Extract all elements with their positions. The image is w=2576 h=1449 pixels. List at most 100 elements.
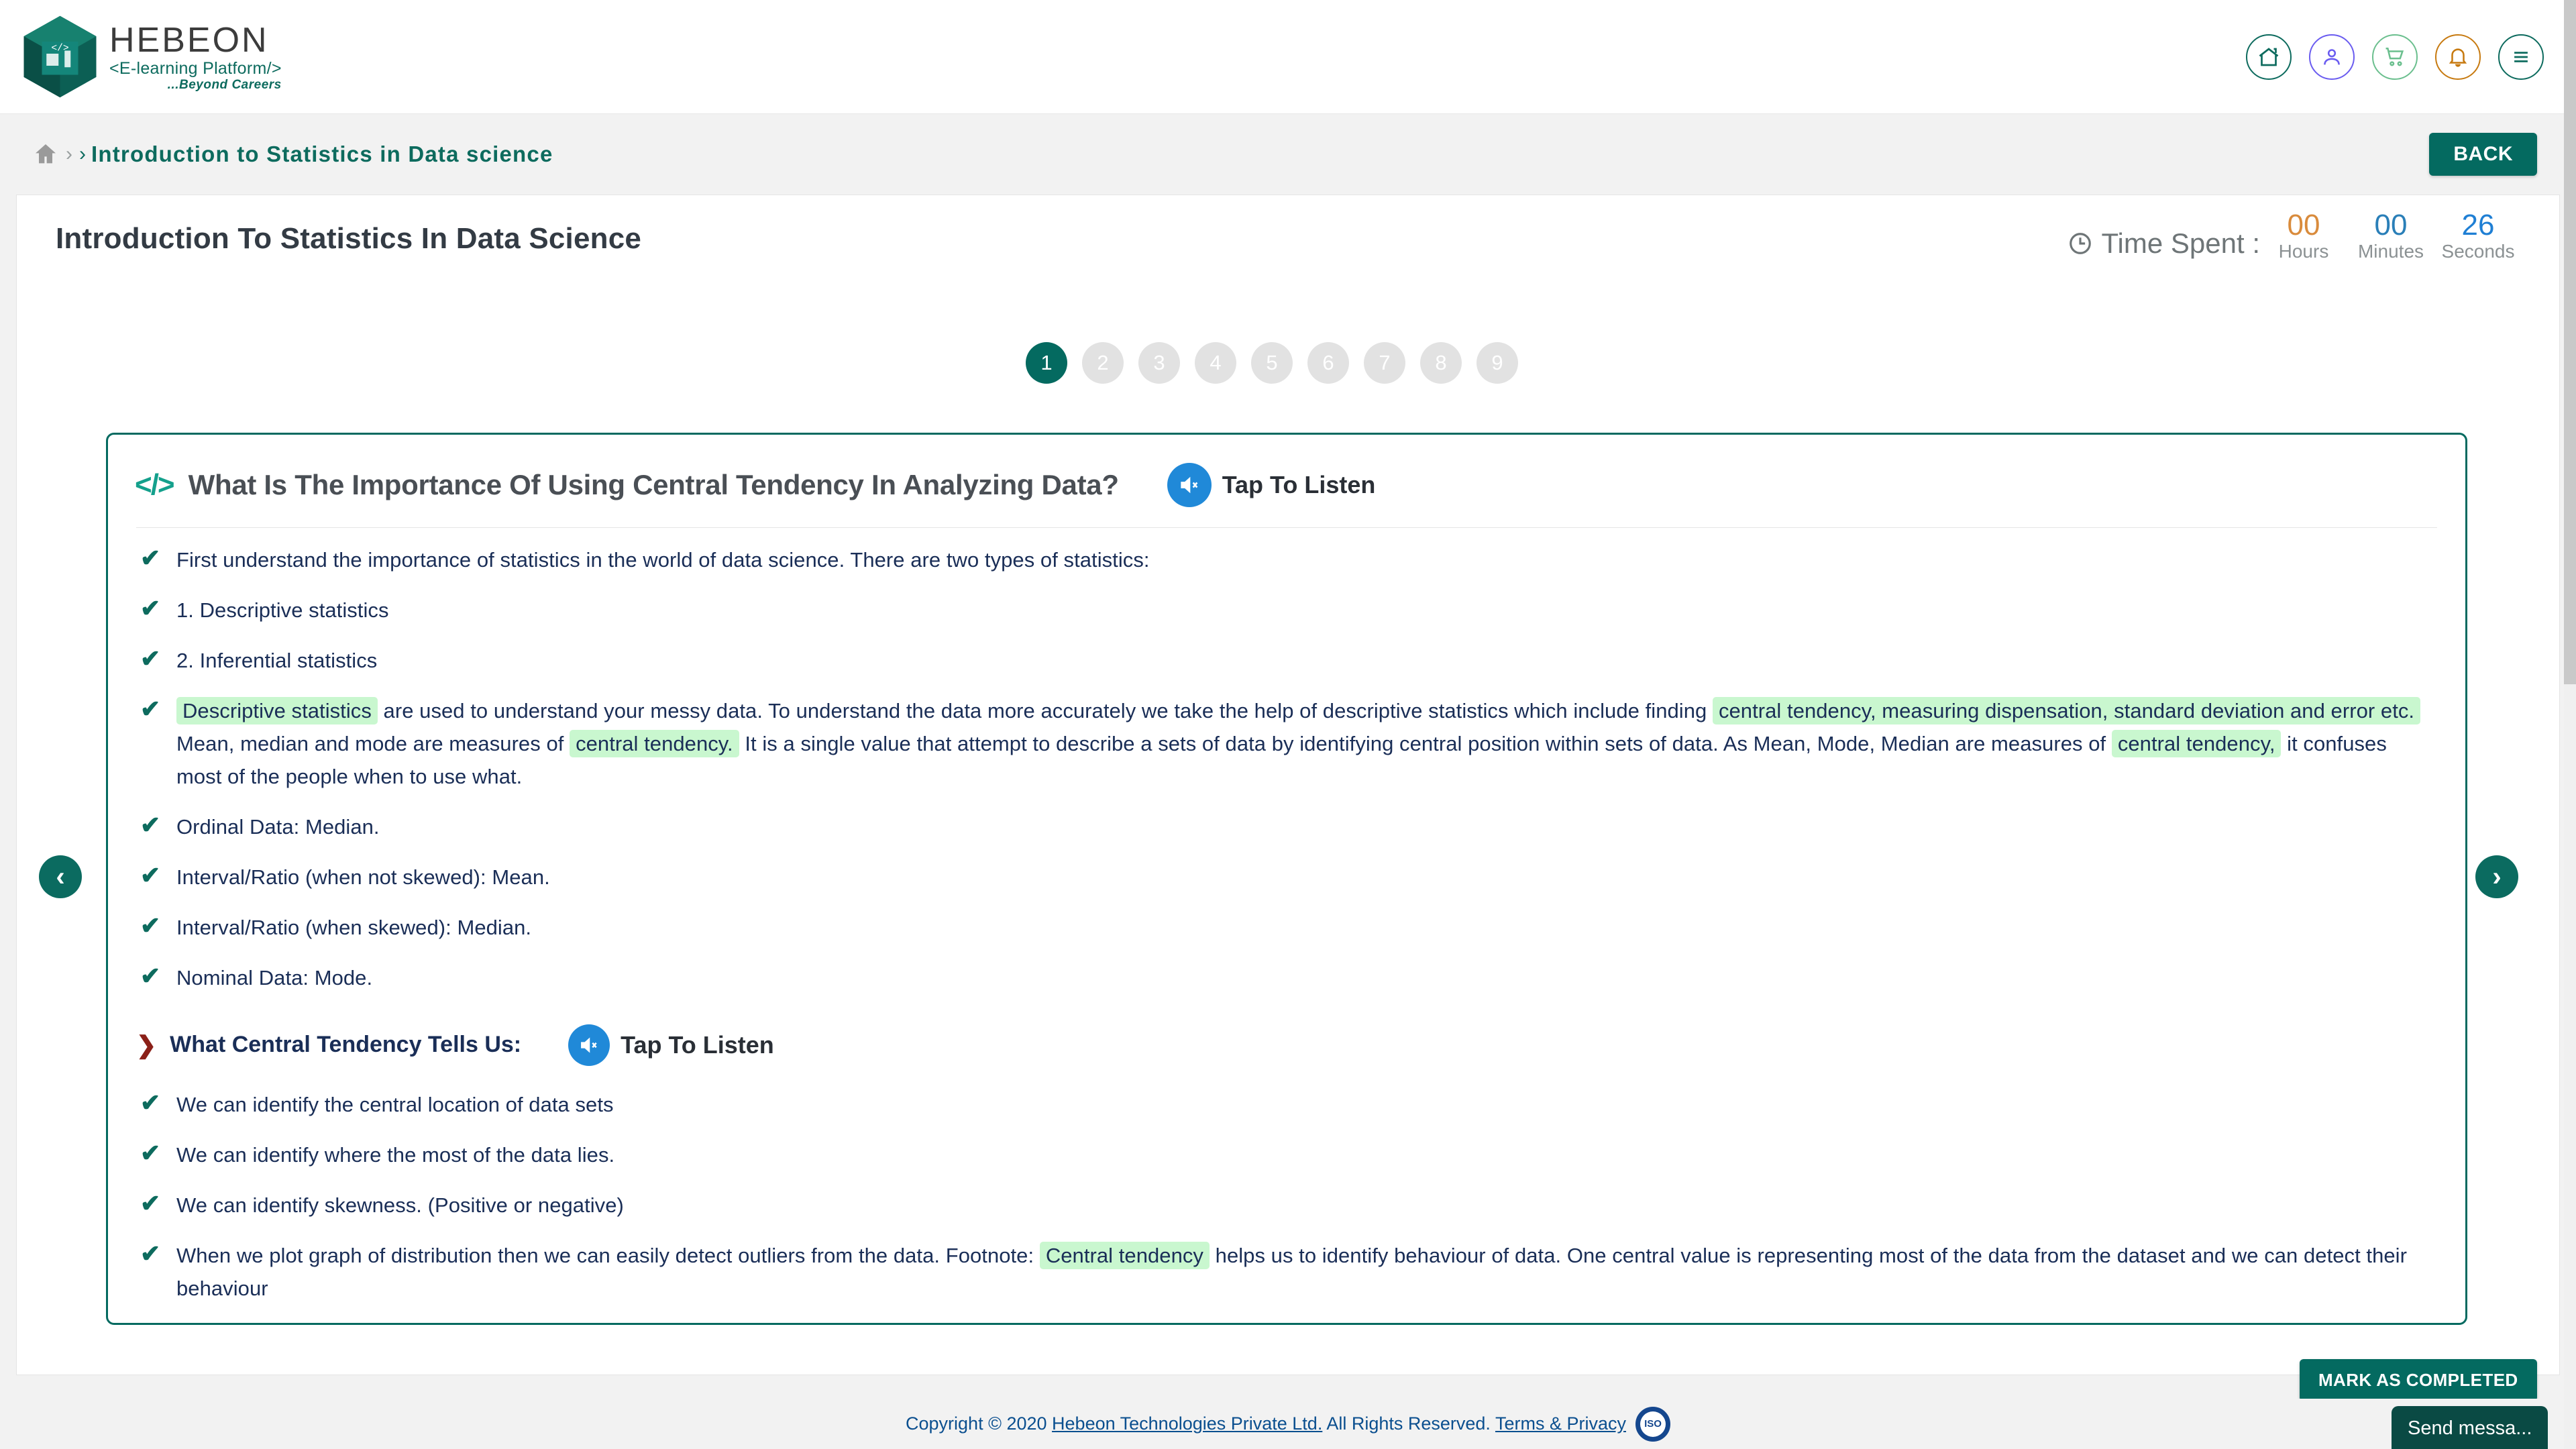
- menu-icon: [2514, 51, 2528, 62]
- lesson-pagination: 123456789: [0, 342, 2544, 384]
- highlighted-term: central tendency, measuring dispensation…: [1712, 696, 2421, 724]
- tap-to-listen-subsection[interactable]: Tap To Listen: [568, 1024, 774, 1066]
- hebeon-hex-logo-icon: </>: [23, 15, 97, 98]
- plain-text: are used to understand your messy data. …: [377, 698, 1713, 722]
- top-nav-icons: [2246, 34, 2544, 80]
- footer-company-link[interactable]: Hebeon Technologies Private Ltd.: [1052, 1413, 1322, 1434]
- bullet-text: 1. Descriptive statistics: [176, 598, 389, 622]
- pagination-page-1[interactable]: 1: [1026, 342, 1067, 384]
- chevron-right-icon: ❯: [136, 1030, 157, 1059]
- bullet-text: Nominal Data: Mode.: [176, 965, 373, 989]
- page-scrollbar[interactable]: [2564, 0, 2576, 1449]
- speaker-mute-icon: [568, 1024, 610, 1066]
- minutes-value: 00: [2374, 209, 2408, 241]
- seconds-label: Seconds: [2441, 241, 2515, 262]
- bullet-item: ✔ First understand the importance of stat…: [140, 544, 2437, 577]
- check-icon: ✔: [140, 810, 161, 839]
- plain-text: Mean, median and mode are measures of: [176, 731, 570, 755]
- time-spent-widget: Time Spent : 00 Hours 00 Minutes 26 Seco…: [2068, 209, 2522, 272]
- code-icon: </>: [135, 468, 175, 501]
- highlighted-term: Central tendency: [1039, 1241, 1210, 1269]
- time-seconds: 26 Seconds: [2434, 209, 2522, 272]
- highlighted-term: Descriptive statistics: [176, 696, 378, 724]
- bullet-item: ✔ 1. Descriptive statistics: [140, 594, 2437, 627]
- highlighted-term: central tendency,: [2111, 729, 2282, 757]
- pagination-page-7[interactable]: 7: [1364, 342, 1405, 384]
- home-icon: [2259, 47, 2279, 66]
- time-hours: 00 Hours: [2260, 209, 2347, 272]
- tap-to-listen-label: Tap To Listen: [1222, 471, 1376, 498]
- footer-copyright-prefix: Copyright © 2020: [906, 1413, 1053, 1434]
- hours-value: 00: [2287, 209, 2320, 241]
- time-minutes: 00 Minutes: [2347, 209, 2434, 272]
- check-icon: ✔: [140, 911, 161, 939]
- iso-badge-icon: ISO: [1635, 1406, 1670, 1442]
- speaker-mute-icon: [1167, 463, 1212, 507]
- pagination-page-3[interactable]: 3: [1138, 342, 1180, 384]
- bullet-item: ✔ When we plot graph of distribution then…: [140, 1240, 2437, 1305]
- user-icon: [2324, 48, 2340, 64]
- check-icon: ✔: [140, 961, 161, 989]
- bullet-text: Interval/Ratio (when not skewed): Mean.: [176, 865, 550, 889]
- panel-header: Introduction To Statistics In Data Scien…: [17, 195, 2559, 276]
- previous-slide-button[interactable]: ‹: [39, 855, 82, 898]
- check-icon: ✔: [140, 1138, 161, 1167]
- nav-profile-button[interactable]: [2309, 34, 2355, 80]
- bell-icon: [2449, 48, 2467, 67]
- pagination-page-5[interactable]: 5: [1251, 342, 1293, 384]
- page-root: </> HEBEON <E-learning Platform/> ...Bey…: [0, 0, 2576, 1449]
- lesson-content-card: </> What Is The Importance Of Using Cent…: [106, 433, 2467, 1325]
- brand-logo[interactable]: </> HEBEON <E-learning Platform/> ...Bey…: [15, 11, 282, 102]
- next-slide-button[interactable]: ›: [2475, 855, 2518, 898]
- bullet-item: ✔ Interval/Ratio (when not skewed): Mean.: [140, 861, 2437, 894]
- clock-icon: [2070, 233, 2092, 255]
- nav-notifications-button[interactable]: [2435, 34, 2481, 80]
- pagination-page-6[interactable]: 6: [1307, 342, 1349, 384]
- iso-badge-label: ISO: [1640, 1411, 1666, 1437]
- highlighted-term: central tendency.: [570, 729, 739, 757]
- tap-to-listen-label: Tap To Listen: [621, 1030, 774, 1059]
- page-title: Introduction To Statistics In Data Scien…: [56, 222, 642, 255]
- check-icon: ✔: [140, 1189, 161, 1217]
- mark-as-completed-button[interactable]: MARK AS COMPLETED: [2300, 1359, 2537, 1401]
- scrollbar-thumb[interactable]: [2564, 0, 2576, 684]
- seconds-value: 26: [2461, 209, 2495, 241]
- bullet-item: ✔ Interval/Ratio (when skewed): Median.: [140, 912, 2437, 945]
- tap-to-listen-main[interactable]: Tap To Listen: [1167, 463, 1376, 507]
- bullet-text: We can identify where the most of the da…: [176, 1142, 615, 1167]
- breadcrumb-separator-1: ›: [66, 143, 72, 165]
- bullet-item: ✔ We can identify the central location of…: [140, 1089, 2437, 1122]
- bullet-item: ✔ Ordinal Data: Median.: [140, 811, 2437, 844]
- pagination-page-2[interactable]: 2: [1082, 342, 1124, 384]
- main-bullet-list: ✔ First understand the importance of stat…: [108, 528, 2465, 995]
- brand-subtitle: <E-learning Platform/>: [109, 58, 282, 78]
- nav-cart-button[interactable]: [2372, 34, 2418, 80]
- plain-text: When we plot graph of distribution then …: [176, 1243, 1040, 1267]
- check-icon: ✔: [140, 1088, 161, 1116]
- bullet-item: ✔ 2. Inferential statistics: [140, 645, 2437, 678]
- bullet-item: ✔ We can identify where the most of the d…: [140, 1139, 2437, 1172]
- breadcrumb-current[interactable]: Introduction to Statistics in Data scien…: [91, 142, 553, 167]
- footer-terms-link[interactable]: Terms & Privacy: [1495, 1413, 1626, 1434]
- back-button[interactable]: BACK: [2429, 133, 2537, 176]
- chat-widget-button[interactable]: Send messa...: [2392, 1406, 2548, 1449]
- nav-menu-button[interactable]: [2498, 34, 2544, 80]
- pagination-page-8[interactable]: 8: [1420, 342, 1462, 384]
- breadcrumb-home-icon[interactable]: [32, 141, 59, 168]
- bullet-text: Ordinal Data: Median.: [176, 814, 380, 839]
- check-icon: ✔: [140, 861, 161, 889]
- pagination-page-4[interactable]: 4: [1195, 342, 1236, 384]
- subsection-bullet-list: ✔ We can identify the central location of…: [108, 1073, 2465, 1305]
- pagination-page-9[interactable]: 9: [1477, 342, 1518, 384]
- bullet-text: Interval/Ratio (when skewed): Median.: [176, 915, 532, 939]
- cart-icon: [2385, 47, 2404, 66]
- card-header: </> What Is The Importance Of Using Cent…: [108, 435, 2465, 507]
- time-spent-label: Time Spent :: [2068, 227, 2260, 272]
- minutes-label: Minutes: [2357, 241, 2424, 262]
- check-icon: ✔: [140, 1239, 161, 1267]
- nav-home-button[interactable]: [2246, 34, 2292, 80]
- bullet-text: We can identify the central location of …: [176, 1092, 614, 1116]
- footer-copyright: Copyright © 2020 Hebeon Technologies Pri…: [906, 1413, 1626, 1434]
- bullet-text: We can identify skewness. (Positive or n…: [176, 1193, 624, 1217]
- top-header-bar: </> HEBEON <E-learning Platform/> ...Bey…: [0, 0, 2576, 114]
